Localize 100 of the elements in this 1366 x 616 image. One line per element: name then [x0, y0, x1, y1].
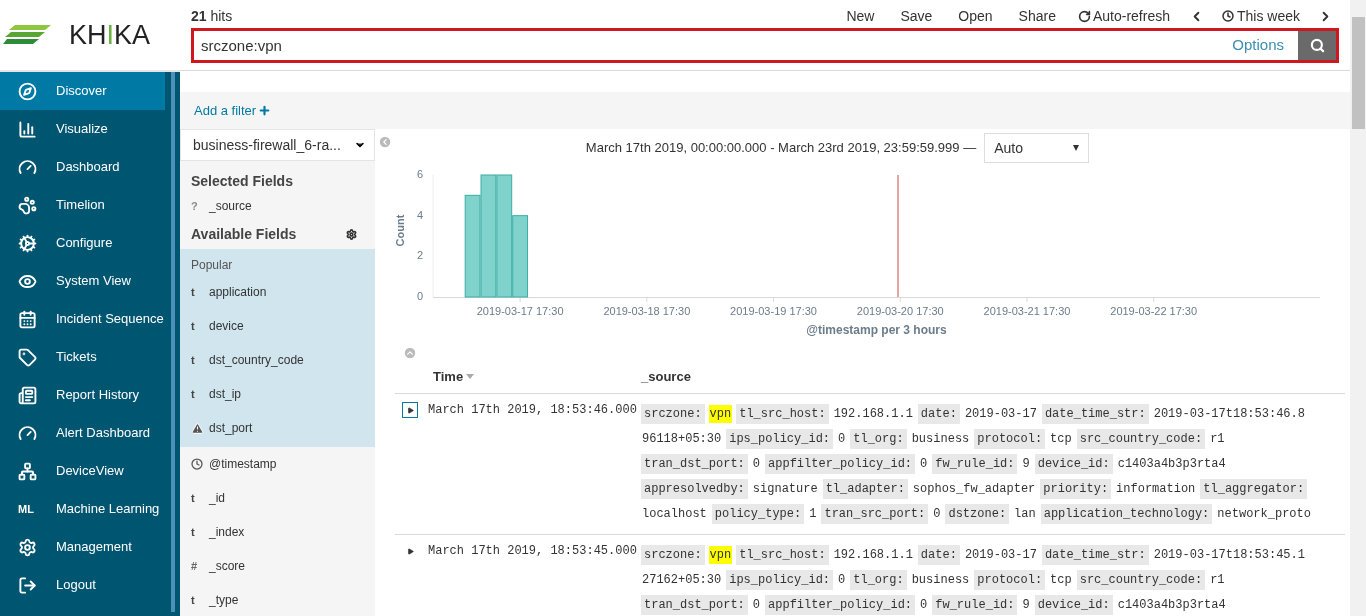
- gears-icon: [18, 233, 37, 253]
- field-value: sophos_fw_adapter: [911, 480, 1037, 498]
- nav-item[interactable]: Tickets: [0, 338, 165, 376]
- field-key: ips_policy_id:: [726, 428, 834, 449]
- nav-item[interactable]: Configure: [0, 224, 165, 262]
- column-header[interactable]: _source: [641, 366, 691, 387]
- refresh-icon: [1077, 9, 1091, 23]
- options-link[interactable]: Options: [1218, 34, 1298, 57]
- field-key: srczone:: [641, 403, 705, 424]
- field-name[interactable]: @timestamp: [209, 455, 277, 473]
- field-type-symbol: t: [191, 490, 195, 506]
- field-key: fw_rule_id:: [932, 453, 1018, 474]
- field-name[interactable]: _source: [209, 197, 252, 215]
- index-pattern-dropdown[interactable]: business-firewall_6-ra...: [180, 129, 375, 161]
- field-value: 192.168.1.1: [832, 405, 914, 423]
- interval-select[interactable]: Auto: [984, 133, 1090, 163]
- field-value: 0: [751, 596, 762, 614]
- field-key: appresolvedby:: [641, 478, 748, 499]
- time-range-text: March 17th 2019, 00:00:00.000 - March 23rd 2019, 23:59:59.999 —: [585, 139, 977, 158]
- caret-right-icon: [406, 547, 414, 555]
- field-value: 0: [932, 505, 942, 523]
- field-value: c1403a4b3p3rta4: [1116, 596, 1227, 614]
- group-title: Popular: [190, 257, 234, 274]
- settings-icon[interactable]: [346, 228, 357, 240]
- histogram-bar[interactable]: [480, 174, 497, 298]
- nav-item[interactable]: Report History: [0, 376, 165, 414]
- expand-toggle[interactable]: [402, 402, 418, 418]
- search-field[interactable]: srczone:vpn Options: [191, 28, 1339, 63]
- field-name[interactable]: dst_ip: [209, 385, 242, 403]
- nav-item[interactable]: Alert Dashboard: [0, 414, 165, 452]
- field-value: 2019-03-17t18:53:45.1: [1152, 546, 1306, 564]
- field-value: r1: [1209, 430, 1226, 448]
- y-tick-label: 6: [417, 169, 424, 180]
- nav-item[interactable]: DeviceView: [0, 452, 165, 490]
- nav-item[interactable]: Discover: [0, 72, 165, 110]
- field-name[interactable]: _id: [209, 489, 225, 507]
- search-button[interactable]: [1298, 31, 1336, 60]
- field-key: dstzone:: [945, 503, 1010, 524]
- field-value: 1: [808, 505, 818, 523]
- field-name[interactable]: _type: [209, 591, 239, 609]
- logo-wordmark: KHIKA: [69, 21, 151, 49]
- y-tick-label: 4: [417, 209, 424, 221]
- histogram-bar[interactable]: [512, 215, 529, 298]
- plus-icon: [258, 104, 272, 117]
- search-input[interactable]: srczone:vpn: [194, 31, 1219, 60]
- toolbar-button[interactable]: Save: [892, 5, 941, 27]
- nav-item[interactable]: Visualize: [0, 110, 165, 148]
- field-name[interactable]: _score: [209, 557, 246, 575]
- nav-item[interactable]: ML Machine Learning: [0, 490, 165, 528]
- nav-item[interactable]: Dashboard: [0, 148, 165, 186]
- toolbar-button[interactable]: Share: [1010, 5, 1064, 27]
- field-key: fw_rule_id:: [932, 594, 1018, 615]
- histogram-bar[interactable]: [464, 194, 481, 298]
- nav-item[interactable]: Logout: [0, 566, 165, 604]
- x-axis-title: @timestamp per 3 hours: [806, 324, 947, 336]
- nav-item[interactable]: Management: [0, 528, 165, 566]
- time-picker-button[interactable]: This week: [1217, 5, 1304, 27]
- field-value: 9: [1021, 455, 1031, 473]
- field-key: protocol:: [974, 569, 1046, 590]
- toolbar-button[interactable]: Open: [950, 5, 1001, 27]
- auto-refresh-button[interactable]: Auto-refresh: [1073, 5, 1174, 27]
- nav-item[interactable]: Timelion: [0, 186, 165, 224]
- settings-icon: [18, 537, 37, 557]
- field-value: business: [910, 430, 971, 448]
- field-value: tcp: [1049, 430, 1073, 448]
- field-key: appfilter_policy_id:: [765, 594, 916, 615]
- nav-item[interactable]: Incident Sequence: [0, 300, 165, 338]
- field-key: src_country_code:: [1076, 569, 1206, 590]
- field-name[interactable]: application: [209, 283, 267, 301]
- field-type-symbol: t: [191, 284, 195, 300]
- field-name[interactable]: _index: [209, 523, 245, 541]
- field-key: tl_aggregator:: [1200, 478, 1308, 499]
- field-name[interactable]: dst_port: [209, 419, 253, 437]
- time-cell-text: March 17th 2019, 18:53:46.000: [428, 402, 637, 419]
- nav-item[interactable]: System View: [0, 262, 165, 300]
- field-key: tl_adapter:: [822, 478, 908, 499]
- field-key: date:: [917, 403, 960, 424]
- add-filter-button[interactable]: Add a filter: [194, 100, 272, 121]
- field-key: date_time_str:: [1041, 403, 1149, 424]
- report-icon: [18, 385, 37, 405]
- field-name[interactable]: device: [209, 317, 244, 335]
- histogram-bar[interactable]: [496, 174, 513, 298]
- field-key: srczone:: [641, 544, 705, 565]
- field-key: policy_type:: [711, 503, 805, 524]
- search-icon: [1309, 38, 1325, 53]
- field-key: protocol:: [974, 428, 1046, 449]
- field-value: signature: [751, 480, 819, 498]
- toolbar-button[interactable]: New: [838, 5, 883, 27]
- column-header[interactable]: Time: [433, 366, 475, 387]
- ml-label: ML: [18, 501, 34, 517]
- scrollbar-thumb[interactable]: [1351, 17, 1365, 129]
- field-name[interactable]: dst_country_code: [209, 351, 304, 369]
- caret-right-icon: [406, 406, 414, 414]
- field-key: appfilter_policy_id:: [765, 453, 916, 474]
- collapse-up-icon[interactable]: [403, 346, 417, 360]
- bar-chart-icon: [18, 119, 37, 139]
- field-key: tran_dst_port:: [641, 594, 748, 615]
- collapse-icon[interactable]: [378, 135, 392, 149]
- field-value: 0: [919, 596, 929, 614]
- x-tick-label: 2019-03-17 17:30: [476, 306, 564, 317]
